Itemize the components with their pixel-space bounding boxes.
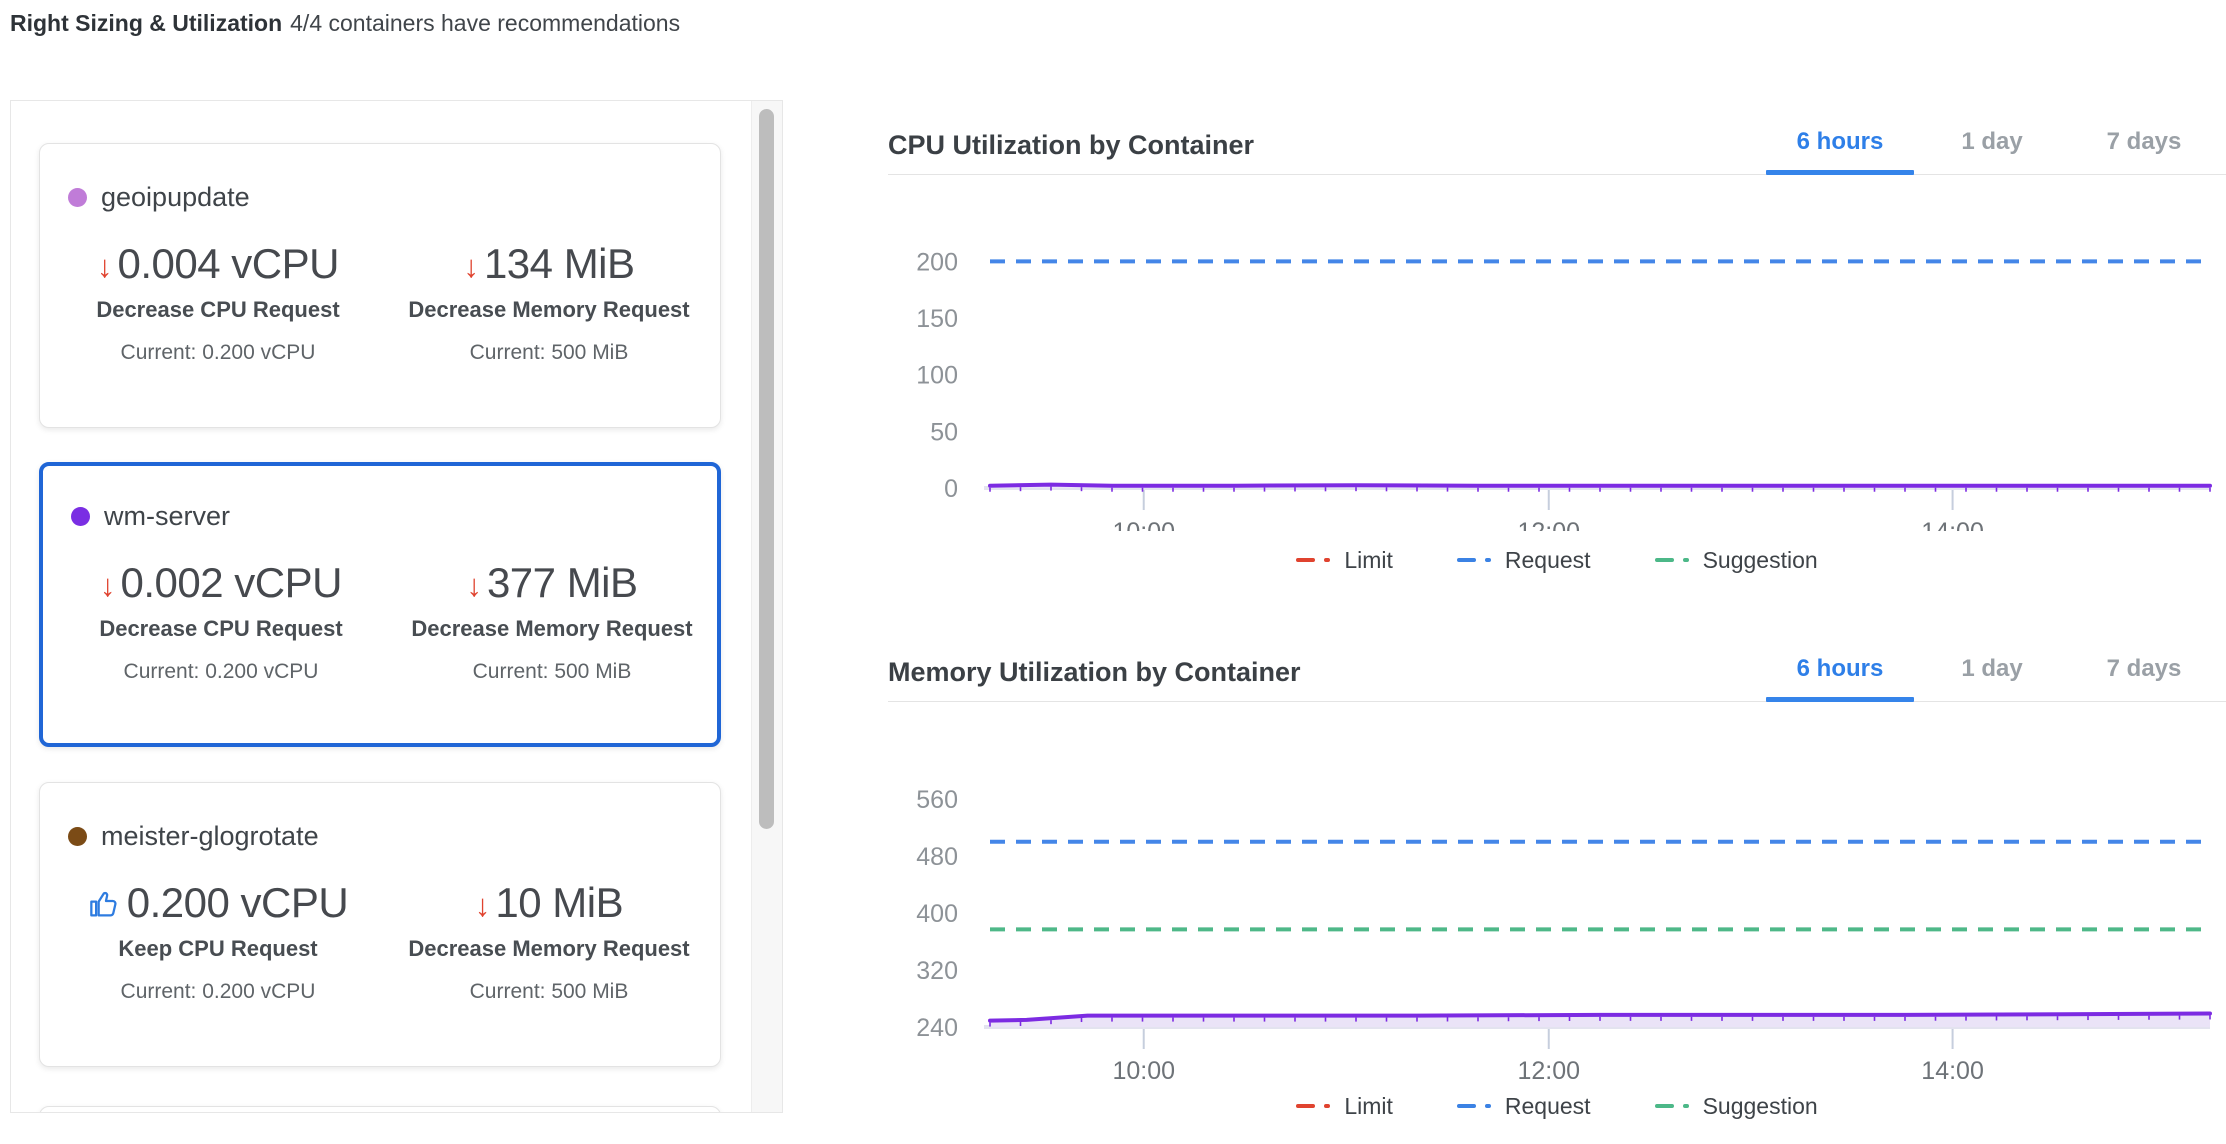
legend-item-request[interactable]: Request: [1457, 547, 1591, 574]
svg-text:14:00: 14:00: [1921, 518, 1984, 531]
scrollbar-thumb[interactable]: [759, 109, 774, 829]
tab-7-days[interactable]: 7 days: [2068, 655, 2220, 701]
memory-chart-title: Memory Utilization by Container: [888, 657, 1301, 688]
legend-item-request[interactable]: Request: [1457, 1093, 1591, 1120]
cpu-utilization-section: CPU Utilization by Container 6 hours 1 d…: [888, 128, 2226, 575]
legend-item-limit[interactable]: Limit: [1296, 1093, 1393, 1120]
cpu-recommendation: 0.200 vCPU Keep CPU Request Current: 0.2…: [68, 882, 368, 1004]
cpu-action-label: Decrease CPU Request: [71, 616, 371, 642]
svg-text:10:00: 10:00: [1112, 518, 1175, 531]
cpu-chart-legend: Limit Request Suggestion: [888, 545, 2226, 575]
tab-6-hours[interactable]: 6 hours: [1764, 128, 1916, 174]
cpu-chart-title: CPU Utilization by Container: [888, 130, 1254, 161]
cpu-utilization-chart: 0 50 100 150 200 10:00 12:00 14:00: [888, 201, 2226, 531]
container-name: meister-glogrotate: [101, 821, 319, 852]
limit-dot-swatch: [1324, 558, 1330, 562]
svg-text:12:00: 12:00: [1517, 1057, 1580, 1083]
cpu-recommendation: ↓ 0.004 vCPU Decrease CPU Request Curren…: [68, 243, 368, 365]
svg-text:50: 50: [930, 418, 958, 446]
memory-current-value: Current: 500 MiB: [397, 660, 707, 684]
memory-recommendation: ↓ 377 MiB Decrease Memory Request Curren…: [397, 562, 707, 684]
limit-dash-swatch: [1296, 558, 1315, 562]
page-title: Right Sizing & Utilization 4/4 containers…: [10, 10, 680, 37]
memory-recommended-value: 10 MiB: [495, 882, 623, 924]
cpu-recommended-value: 0.002 vCPU: [121, 562, 342, 604]
request-dash-swatch: [1457, 558, 1476, 562]
memory-utilization-section: Memory Utilization by Container 6 hours …: [888, 655, 2226, 1121]
cpu-action-label: Decrease CPU Request: [68, 297, 368, 323]
request-dot-swatch: [1485, 558, 1491, 562]
svg-text:14:00: 14:00: [1921, 1057, 1984, 1083]
container-color-dot: [68, 188, 87, 207]
container-card-wm-server[interactable]: wm-server ↓ 0.002 vCPU Decrease CPU Requ…: [39, 462, 721, 747]
cpu-time-range-tabs: 6 hours 1 day 7 days: [1764, 128, 2220, 174]
page-subtitle: 4/4 containers have recommendations: [290, 10, 680, 36]
arrow-down-icon: ↓: [97, 251, 113, 282]
request-dot-swatch: [1485, 1104, 1491, 1108]
memory-recommended-value: 134 MiB: [484, 243, 635, 285]
memory-action-label: Decrease Memory Request: [397, 616, 707, 642]
suggestion-dot-swatch: [1683, 558, 1689, 562]
svg-text:10:00: 10:00: [1112, 1057, 1175, 1083]
container-color-dot: [71, 507, 90, 526]
arrow-down-icon: ↓: [100, 570, 116, 601]
cpu-action-label: Keep CPU Request: [68, 936, 368, 962]
cpu-recommended-value: 0.004 vCPU: [118, 243, 339, 285]
scrollbar-track[interactable]: [751, 101, 782, 1112]
suggestion-dash-swatch: [1655, 558, 1674, 562]
container-list-panel: geoipupdate ↓ 0.004 vCPU Decrease CPU Re…: [10, 100, 783, 1113]
svg-text:100: 100: [916, 362, 958, 390]
svg-text:240: 240: [916, 1014, 958, 1042]
memory-recommendation: ↓ 134 MiB Decrease Memory Request Curren…: [394, 243, 704, 365]
memory-recommendation: ↓ 10 MiB Decrease Memory Request Current…: [394, 882, 704, 1004]
svg-text:200: 200: [916, 248, 958, 276]
svg-text:12:00: 12:00: [1517, 518, 1580, 531]
memory-current-value: Current: 500 MiB: [394, 341, 704, 365]
svg-text:400: 400: [916, 900, 958, 928]
limit-dot-swatch: [1324, 1104, 1330, 1108]
suggestion-dot-swatch: [1683, 1104, 1689, 1108]
arrow-down-icon: ↓: [475, 890, 491, 921]
memory-action-label: Decrease Memory Request: [394, 936, 704, 962]
container-color-dot: [68, 827, 87, 846]
legend-item-limit[interactable]: Limit: [1296, 547, 1393, 574]
tab-1-day[interactable]: 1 day: [1916, 655, 2068, 701]
tab-1-day[interactable]: 1 day: [1916, 128, 2068, 174]
cpu-recommended-value: 0.200 vCPU: [127, 882, 348, 924]
container-card-partial[interactable]: [39, 1106, 721, 1113]
thumbs-up-icon: [88, 888, 120, 920]
container-name: geoipupdate: [101, 182, 250, 213]
limit-dash-swatch: [1296, 1104, 1315, 1108]
cpu-current-value: Current: 0.200 vCPU: [71, 660, 371, 684]
cpu-current-value: Current: 0.200 vCPU: [68, 341, 368, 365]
memory-current-value: Current: 500 MiB: [394, 980, 704, 1004]
legend-item-suggestion[interactable]: Suggestion: [1655, 1093, 1818, 1120]
cpu-recommendation: ↓ 0.002 vCPU Decrease CPU Request Curren…: [71, 562, 371, 684]
page-title-text: Right Sizing & Utilization: [10, 10, 282, 36]
memory-chart-legend: Limit Request Suggestion: [888, 1091, 2226, 1121]
cpu-current-value: Current: 0.200 vCPU: [68, 980, 368, 1004]
container-name: wm-server: [104, 501, 230, 532]
svg-text:0: 0: [944, 475, 958, 503]
suggestion-dash-swatch: [1655, 1104, 1674, 1108]
memory-recommended-value: 377 MiB: [487, 562, 638, 604]
memory-action-label: Decrease Memory Request: [394, 297, 704, 323]
container-card-geoipupdate[interactable]: geoipupdate ↓ 0.004 vCPU Decrease CPU Re…: [39, 143, 721, 428]
memory-utilization-chart: 240 320 400 480 560 10:00 12:00 14:00: [888, 731, 2226, 1083]
tab-7-days[interactable]: 7 days: [2068, 128, 2220, 174]
tab-6-hours[interactable]: 6 hours: [1764, 655, 1916, 701]
container-card-meister-glogrotate[interactable]: meister-glogrotate 0.200 vCPU Keep CPU R…: [39, 782, 721, 1067]
arrow-down-icon: ↓: [466, 570, 482, 601]
svg-text:150: 150: [916, 305, 958, 333]
legend-item-suggestion[interactable]: Suggestion: [1655, 547, 1818, 574]
svg-text:480: 480: [916, 843, 958, 871]
svg-text:320: 320: [916, 957, 958, 985]
request-dash-swatch: [1457, 1104, 1476, 1108]
memory-time-range-tabs: 6 hours 1 day 7 days: [1764, 655, 2220, 701]
arrow-down-icon: ↓: [463, 251, 479, 282]
svg-text:560: 560: [916, 786, 958, 814]
